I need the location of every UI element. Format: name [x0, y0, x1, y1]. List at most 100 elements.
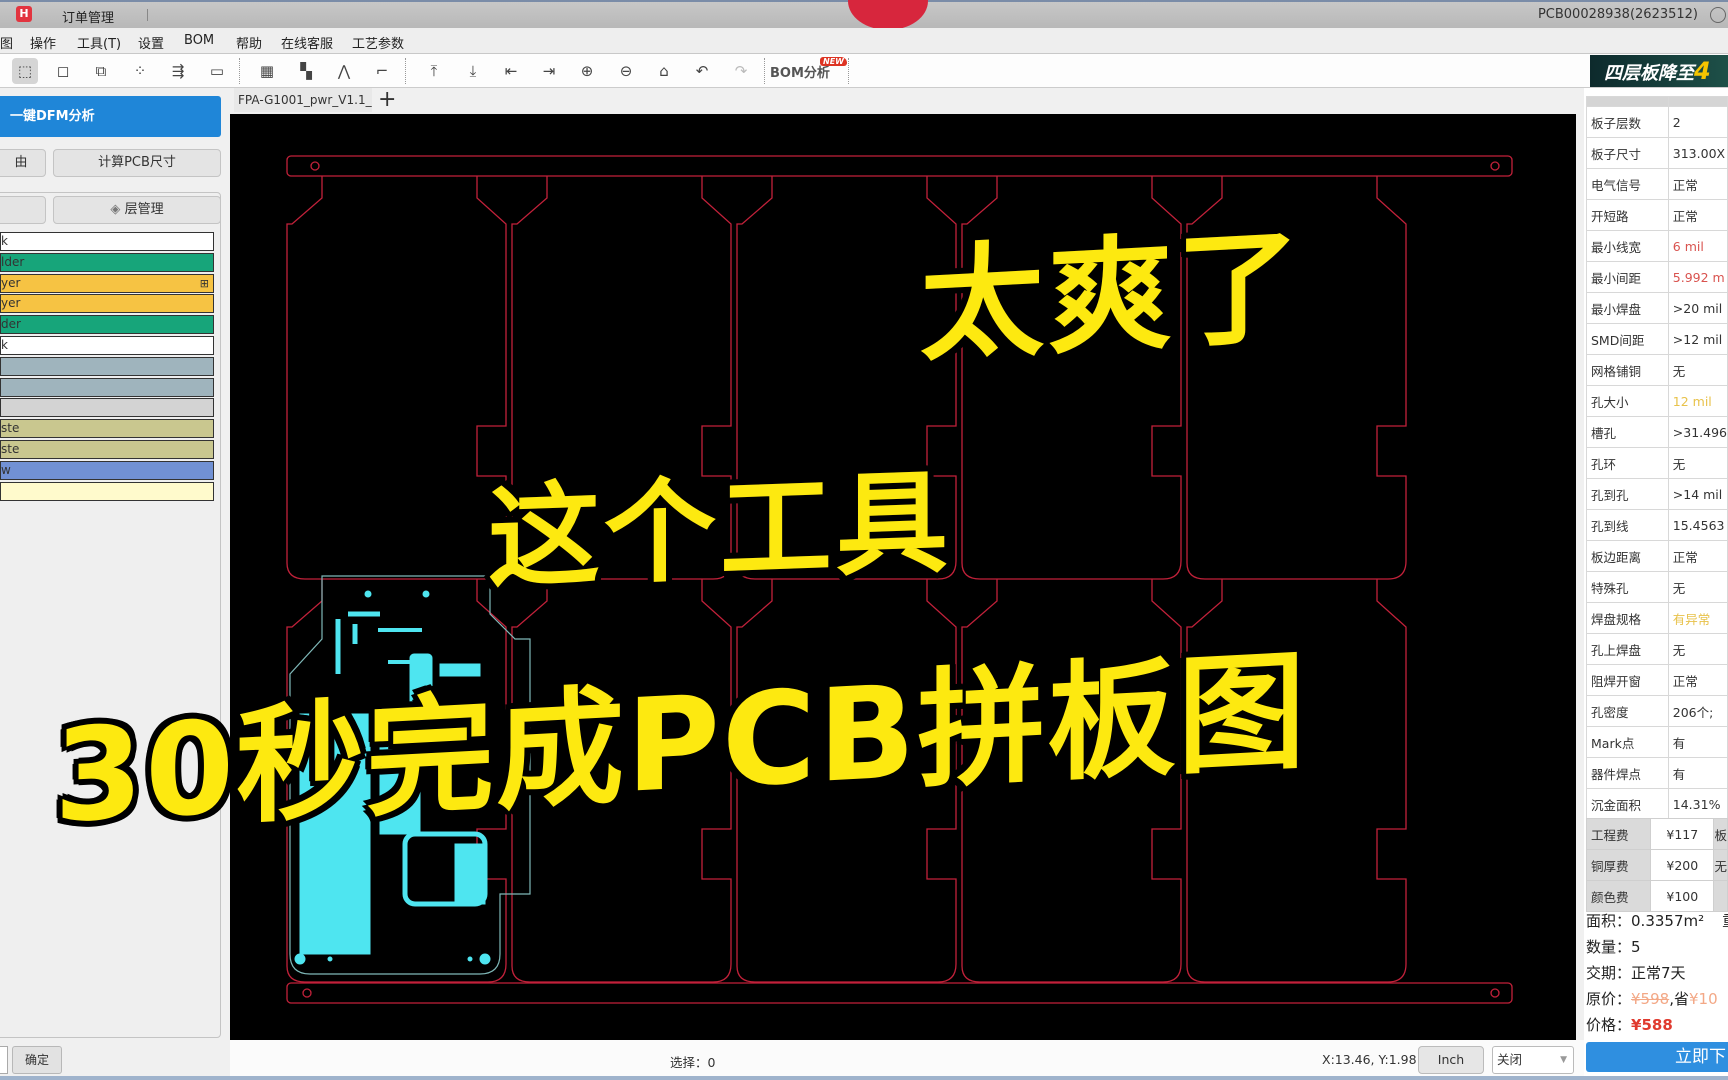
ipc-tool-icon[interactable]: ⌐: [369, 58, 395, 84]
layer-action-button[interactable]: [0, 196, 46, 224]
layer-item[interactable]: yer: [0, 294, 214, 314]
left-panel: 一键DFM分析 由 计算PCB尺寸 ◈ 层管理 k lder yer ⊞ yer der k…: [0, 88, 228, 1040]
property-key: 焊盘规格: [1586, 602, 1669, 634]
promo-banner[interactable]: 四层板降至4: [1590, 55, 1728, 87]
property-row: 孔上焊盘无: [1586, 633, 1728, 665]
dfm-analysis-button[interactable]: 一键DFM分析: [0, 96, 221, 137]
layer-item[interactable]: k: [0, 232, 214, 251]
property-row: Mark点有: [1586, 726, 1728, 758]
property-key: 电气信号: [1586, 168, 1669, 200]
undo-icon[interactable]: ↶: [689, 58, 715, 84]
menu-tools[interactable]: 工具(T): [77, 33, 121, 52]
original-price-summary: 原价：¥598,省¥10: [1586, 988, 1718, 1009]
order-now-button[interactable]: 立即下: [1586, 1042, 1728, 1072]
left-action-button[interactable]: 由: [0, 149, 46, 177]
snap-select[interactable]: 关闭 ▼: [1492, 1046, 1574, 1074]
layer-label: w: [1, 462, 11, 477]
layer-item[interactable]: [0, 356, 214, 376]
property-row: 电气信号 正常: [1586, 168, 1728, 200]
shape-tool-icon[interactable]: ⧉: [88, 58, 114, 84]
property-row: 板边距离 正常: [1586, 540, 1728, 572]
leadtime-value: 正常7天: [1631, 964, 1686, 982]
menu-bom[interactable]: BOM: [184, 33, 214, 48]
mb-tool-icon[interactable]: ▚: [293, 58, 319, 84]
layer-item[interactable]: der: [0, 315, 214, 335]
tooling-hole: [1490, 161, 1500, 171]
fee-extra: 无: [1713, 849, 1728, 881]
zoom-in-icon[interactable]: ⊕: [574, 58, 600, 84]
layer-item[interactable]: lder: [0, 252, 214, 272]
property-value: >31.496: [1667, 416, 1728, 448]
redo-icon[interactable]: ↷: [728, 58, 754, 84]
property-key: 板子尺寸: [1586, 137, 1669, 169]
grid-icon[interactable]: ⊞: [200, 276, 209, 292]
cursor-coordinates: X:13.46, Y:1.98: [1322, 1052, 1417, 1067]
property-key: 孔到线: [1586, 509, 1669, 541]
box-select-tool-icon[interactable]: ◻: [50, 58, 76, 84]
zoom-out-icon[interactable]: ⊖: [613, 58, 639, 84]
panelize-tool-icon[interactable]: ▦: [254, 58, 280, 84]
align-bottom-tool-icon[interactable]: ⤓: [460, 58, 486, 84]
value-input[interactable]: [0, 1046, 8, 1074]
layer-item[interactable]: k: [0, 336, 214, 355]
selection-count: 选择：0: [670, 1055, 716, 1070]
ruler-tool-icon[interactable]: ▭: [204, 58, 230, 84]
toolbar: ⬚ ◻ ⧉ ⁘ ⇶ ▭ ▦ ▚ ⋀ ⌐ ⤒ ⤓ ⇤ ⇥ ⊕ ⊖ ⌂ ↶ ↷ BO…: [0, 54, 1728, 88]
property-value: >14 mil: [1667, 478, 1728, 510]
layer-label: k: [1, 338, 8, 352]
property-key: 孔上焊盘: [1586, 633, 1669, 665]
unit-toggle-button[interactable]: Inch: [1418, 1046, 1484, 1074]
property-value: 有: [1667, 757, 1728, 789]
confirm-button[interactable]: 确定: [12, 1046, 62, 1074]
property-value: 正常: [1667, 664, 1728, 696]
property-key: 板子层数: [1586, 106, 1669, 138]
user-icon[interactable]: [1710, 7, 1726, 23]
home-icon[interactable]: ⌂: [651, 58, 677, 84]
toolbar-divider: [405, 58, 406, 84]
property-value: 无: [1667, 633, 1728, 665]
route-tool-icon[interactable]: ⇶: [165, 58, 191, 84]
menu-operate[interactable]: 操作: [30, 33, 56, 52]
property-key: SMD间距: [1586, 323, 1669, 355]
node-tool-icon[interactable]: ⁘: [127, 58, 153, 84]
menu-view[interactable]: 图: [0, 33, 13, 52]
layer-item[interactable]: w: [0, 460, 214, 480]
property-value: 正常: [1667, 540, 1728, 572]
layer-item[interactable]: [0, 377, 214, 397]
property-key: 最小间距: [1586, 261, 1669, 293]
calc-pcb-size-button[interactable]: 计算PCB尺寸: [53, 149, 221, 177]
save-value: ¥10: [1688, 990, 1718, 1008]
qty-label: 数量：: [1586, 938, 1632, 956]
property-key: 阻焊开窗: [1586, 664, 1669, 696]
qty-value: 5: [1631, 938, 1641, 956]
property-row: 沉金面积 14.31%: [1586, 788, 1728, 820]
tab-document[interactable]: FPA-G1001_pwr_V1.1_...: [234, 88, 372, 112]
layer-management-button[interactable]: ◈ 层管理: [53, 196, 221, 224]
align-right-tool-icon[interactable]: ⇥: [536, 58, 562, 84]
leadtime-summary: 交期：正常7天: [1586, 962, 1686, 983]
property-key: 孔密度: [1586, 695, 1669, 727]
layer-management-label: 层管理: [124, 202, 164, 217]
select-tool-icon[interactable]: ⬚: [12, 58, 38, 84]
layer-item[interactable]: [0, 481, 214, 501]
window-title: 订单管理: [62, 11, 115, 26]
menu-online-service[interactable]: 在线客服: [281, 33, 333, 52]
property-key: 孔环: [1586, 447, 1669, 479]
align-top-tool-icon[interactable]: ⤒: [421, 58, 447, 84]
layer-item[interactable]: [0, 398, 214, 418]
property-key: 最小线宽: [1586, 230, 1669, 262]
property-value: >20 mil: [1667, 292, 1728, 324]
layer-item[interactable]: ste: [0, 440, 214, 459]
menu-process-params[interactable]: 工艺参数: [352, 33, 404, 52]
layer-item[interactable]: ste: [0, 419, 214, 439]
align-left-tool-icon[interactable]: ⇤: [498, 58, 524, 84]
add-tab-button[interactable]: +: [378, 88, 396, 112]
dfm-tool-icon[interactable]: ⋀: [331, 58, 357, 84]
menu-settings[interactable]: 设置: [138, 33, 164, 52]
menu-help[interactable]: 帮助: [236, 33, 262, 52]
area-value: 0.3357m²: [1631, 912, 1705, 930]
property-key: 开短路: [1586, 199, 1669, 231]
pcb-cell-outline: [286, 176, 507, 580]
layer-item[interactable]: yer ⊞: [0, 273, 214, 293]
chevron-down-icon: ▼: [1560, 1055, 1567, 1065]
